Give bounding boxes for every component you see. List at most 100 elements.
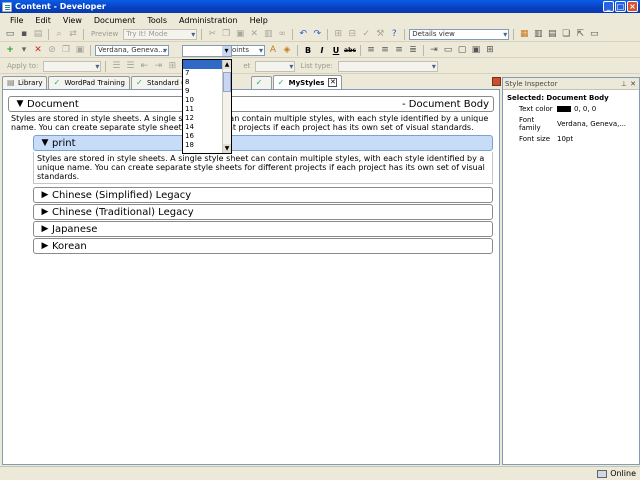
connection-status: Online xyxy=(597,469,636,478)
cut-icon[interactable]: ✂ xyxy=(206,29,218,40)
new-document-icon[interactable]: ▭ xyxy=(4,29,16,40)
print-row[interactable]: ▼ print xyxy=(33,135,493,151)
document-row[interactable]: ▼ Document - Document Body xyxy=(8,96,494,112)
justify-icon[interactable]: ≣ xyxy=(407,45,419,56)
section-korean[interactable]: ▶ Korean xyxy=(33,238,493,254)
disable-icon[interactable]: ⊘ xyxy=(46,45,58,56)
padding-icon[interactable]: ▣ xyxy=(470,45,482,56)
margin-icon[interactable]: ▭ xyxy=(442,45,454,56)
strikethrough-button[interactable]: abc xyxy=(344,47,356,54)
font-size-input[interactable] xyxy=(182,45,232,57)
add-dropdown-icon[interactable]: ▾ xyxy=(18,45,30,56)
apply-to-select[interactable] xyxy=(43,60,102,72)
menu-bar: File Edit View Document Tools Administra… xyxy=(0,13,640,27)
scroll-thumb[interactable] xyxy=(223,72,231,92)
list-outdent-icon[interactable]: ⇤ xyxy=(138,61,150,72)
paste-icon[interactable]: ▣ xyxy=(234,29,246,40)
window-icon[interactable]: ❏ xyxy=(560,29,572,40)
pin-icon[interactable]: ⊥ xyxy=(621,80,627,88)
spacing-icon[interactable]: ⊞ xyxy=(484,45,496,56)
inspector-row: Font family Verdana, Geneva,... xyxy=(519,116,627,132)
tab-wordpad-training[interactable]: ✓ WordPad Training xyxy=(48,76,130,89)
italic-button[interactable]: I xyxy=(316,46,328,55)
tab-mystyles[interactable]: ✓ MyStyles ✕ xyxy=(272,75,343,89)
spell-check-icon[interactable]: ✓ xyxy=(360,29,372,40)
section-chinese-simplified[interactable]: ▶ Chinese (Simplified) Legacy xyxy=(33,187,493,203)
section-chinese-traditional[interactable]: ▶ Chinese (Traditional) Legacy xyxy=(33,204,493,220)
expand-triangle-icon[interactable]: ▶ xyxy=(38,224,52,234)
list-bullet-icon[interactable]: ☰ xyxy=(110,61,122,72)
document-body-text[interactable]: Styles are stored in style sheets. A sin… xyxy=(11,114,495,132)
replace-icon[interactable]: ⇄ xyxy=(67,29,79,40)
preview-button[interactable]: Preview xyxy=(88,30,121,38)
background-color-icon[interactable]: ◈ xyxy=(281,45,293,56)
maximize-button[interactable]: □ xyxy=(615,1,626,12)
close-inspector-icon[interactable]: ✕ xyxy=(630,80,636,88)
expand-triangle-icon[interactable]: ▶ xyxy=(38,207,52,217)
save-icon[interactable]: ▪ xyxy=(18,29,30,40)
copy-style-icon[interactable]: ❐ xyxy=(60,45,72,56)
menu-help[interactable]: Help xyxy=(244,16,274,25)
expand-triangle-icon[interactable]: ▶ xyxy=(38,241,52,251)
inspector-toggle-icon[interactable] xyxy=(492,77,501,86)
export-icon[interactable]: ⇱ xyxy=(574,29,586,40)
title-bar: Content - Developer _ □ × xyxy=(0,0,640,13)
layout-icon[interactable]: ▦ xyxy=(518,29,530,40)
status-bar: Online xyxy=(0,466,640,480)
list-indent-icon[interactable]: ⇥ xyxy=(152,61,164,72)
collapse-triangle-icon[interactable]: ▼ xyxy=(13,99,27,109)
bold-button[interactable]: B xyxy=(302,46,314,55)
table-icon[interactable]: ⊞ xyxy=(166,61,178,72)
print-icon[interactable]: ▤ xyxy=(32,29,44,40)
text-color-icon[interactable]: A xyxy=(267,45,279,56)
view-select[interactable]: Details view xyxy=(409,28,510,40)
tab-partial[interactable]: ✓ xyxy=(250,76,272,89)
dropdown-scrollbar[interactable]: ▲ ▼ xyxy=(222,60,231,153)
add-icon[interactable]: + xyxy=(4,45,16,56)
list-number-icon[interactable]: ☰ xyxy=(124,61,136,72)
menu-document[interactable]: Document xyxy=(88,16,141,25)
style-editor: ▼ Document - Document Body Styles are st… xyxy=(2,89,500,465)
find-icon[interactable]: ⌕ xyxy=(53,29,65,40)
scroll-up-icon[interactable]: ▲ xyxy=(223,60,231,69)
print-body-text[interactable]: Styles are stored in style sheets. A sin… xyxy=(33,152,493,184)
align-center-icon[interactable]: ≡ xyxy=(379,45,391,56)
collapse-triangle-icon[interactable]: ▼ xyxy=(38,138,52,148)
tab-library[interactable]: ▤ Library xyxy=(2,76,48,89)
close-window-button[interactable]: × xyxy=(627,1,638,12)
close-tab-icon[interactable]: ✕ xyxy=(328,78,338,87)
set-select[interactable] xyxy=(255,60,296,72)
paste-style-icon[interactable]: ▣ xyxy=(74,45,86,56)
remove-icon[interactable]: ✕ xyxy=(32,45,44,56)
scroll-down-icon[interactable]: ▼ xyxy=(223,144,231,153)
menu-edit[interactable]: Edit xyxy=(29,16,57,25)
redo-icon[interactable]: ↷ xyxy=(311,29,323,40)
align-right-icon[interactable]: ≡ xyxy=(393,45,405,56)
expand-icon[interactable]: ⊞ xyxy=(332,29,344,40)
undo-icon[interactable]: ↶ xyxy=(297,29,309,40)
options-icon[interactable]: ▭ xyxy=(588,29,600,40)
menu-tools[interactable]: Tools xyxy=(141,16,173,25)
expand-triangle-icon[interactable]: ▶ xyxy=(38,190,52,200)
section-japanese[interactable]: ▶ Japanese xyxy=(33,221,493,237)
help-icon[interactable]: ? xyxy=(388,29,400,40)
list-type-select[interactable] xyxy=(337,60,438,72)
properties-icon[interactable]: ▥ xyxy=(262,29,274,40)
font-family-select[interactable]: Verdana, Geneva... xyxy=(95,44,169,56)
delete-icon[interactable]: ✕ xyxy=(248,29,260,40)
mode-select[interactable]: Try It! Mode xyxy=(123,28,198,40)
collapse-icon[interactable]: ⊟ xyxy=(346,29,358,40)
indent-icon[interactable]: ⇥ xyxy=(428,45,440,56)
underline-button[interactable]: U xyxy=(330,46,342,55)
menu-view[interactable]: View xyxy=(57,16,88,25)
minimize-button[interactable]: _ xyxy=(603,1,614,12)
copy-icon[interactable]: ❐ xyxy=(220,29,232,40)
panel-icon[interactable]: ▤ xyxy=(546,29,558,40)
tools-icon[interactable]: ⚒ xyxy=(374,29,386,40)
align-left-icon[interactable]: ≡ xyxy=(365,45,377,56)
link-icon[interactable]: ∞ xyxy=(276,29,288,40)
menu-file[interactable]: File xyxy=(4,16,29,25)
menu-administration[interactable]: Administration xyxy=(173,16,244,25)
border-icon[interactable]: ▢ xyxy=(456,45,468,56)
split-view-icon[interactable]: ▥ xyxy=(532,29,544,40)
